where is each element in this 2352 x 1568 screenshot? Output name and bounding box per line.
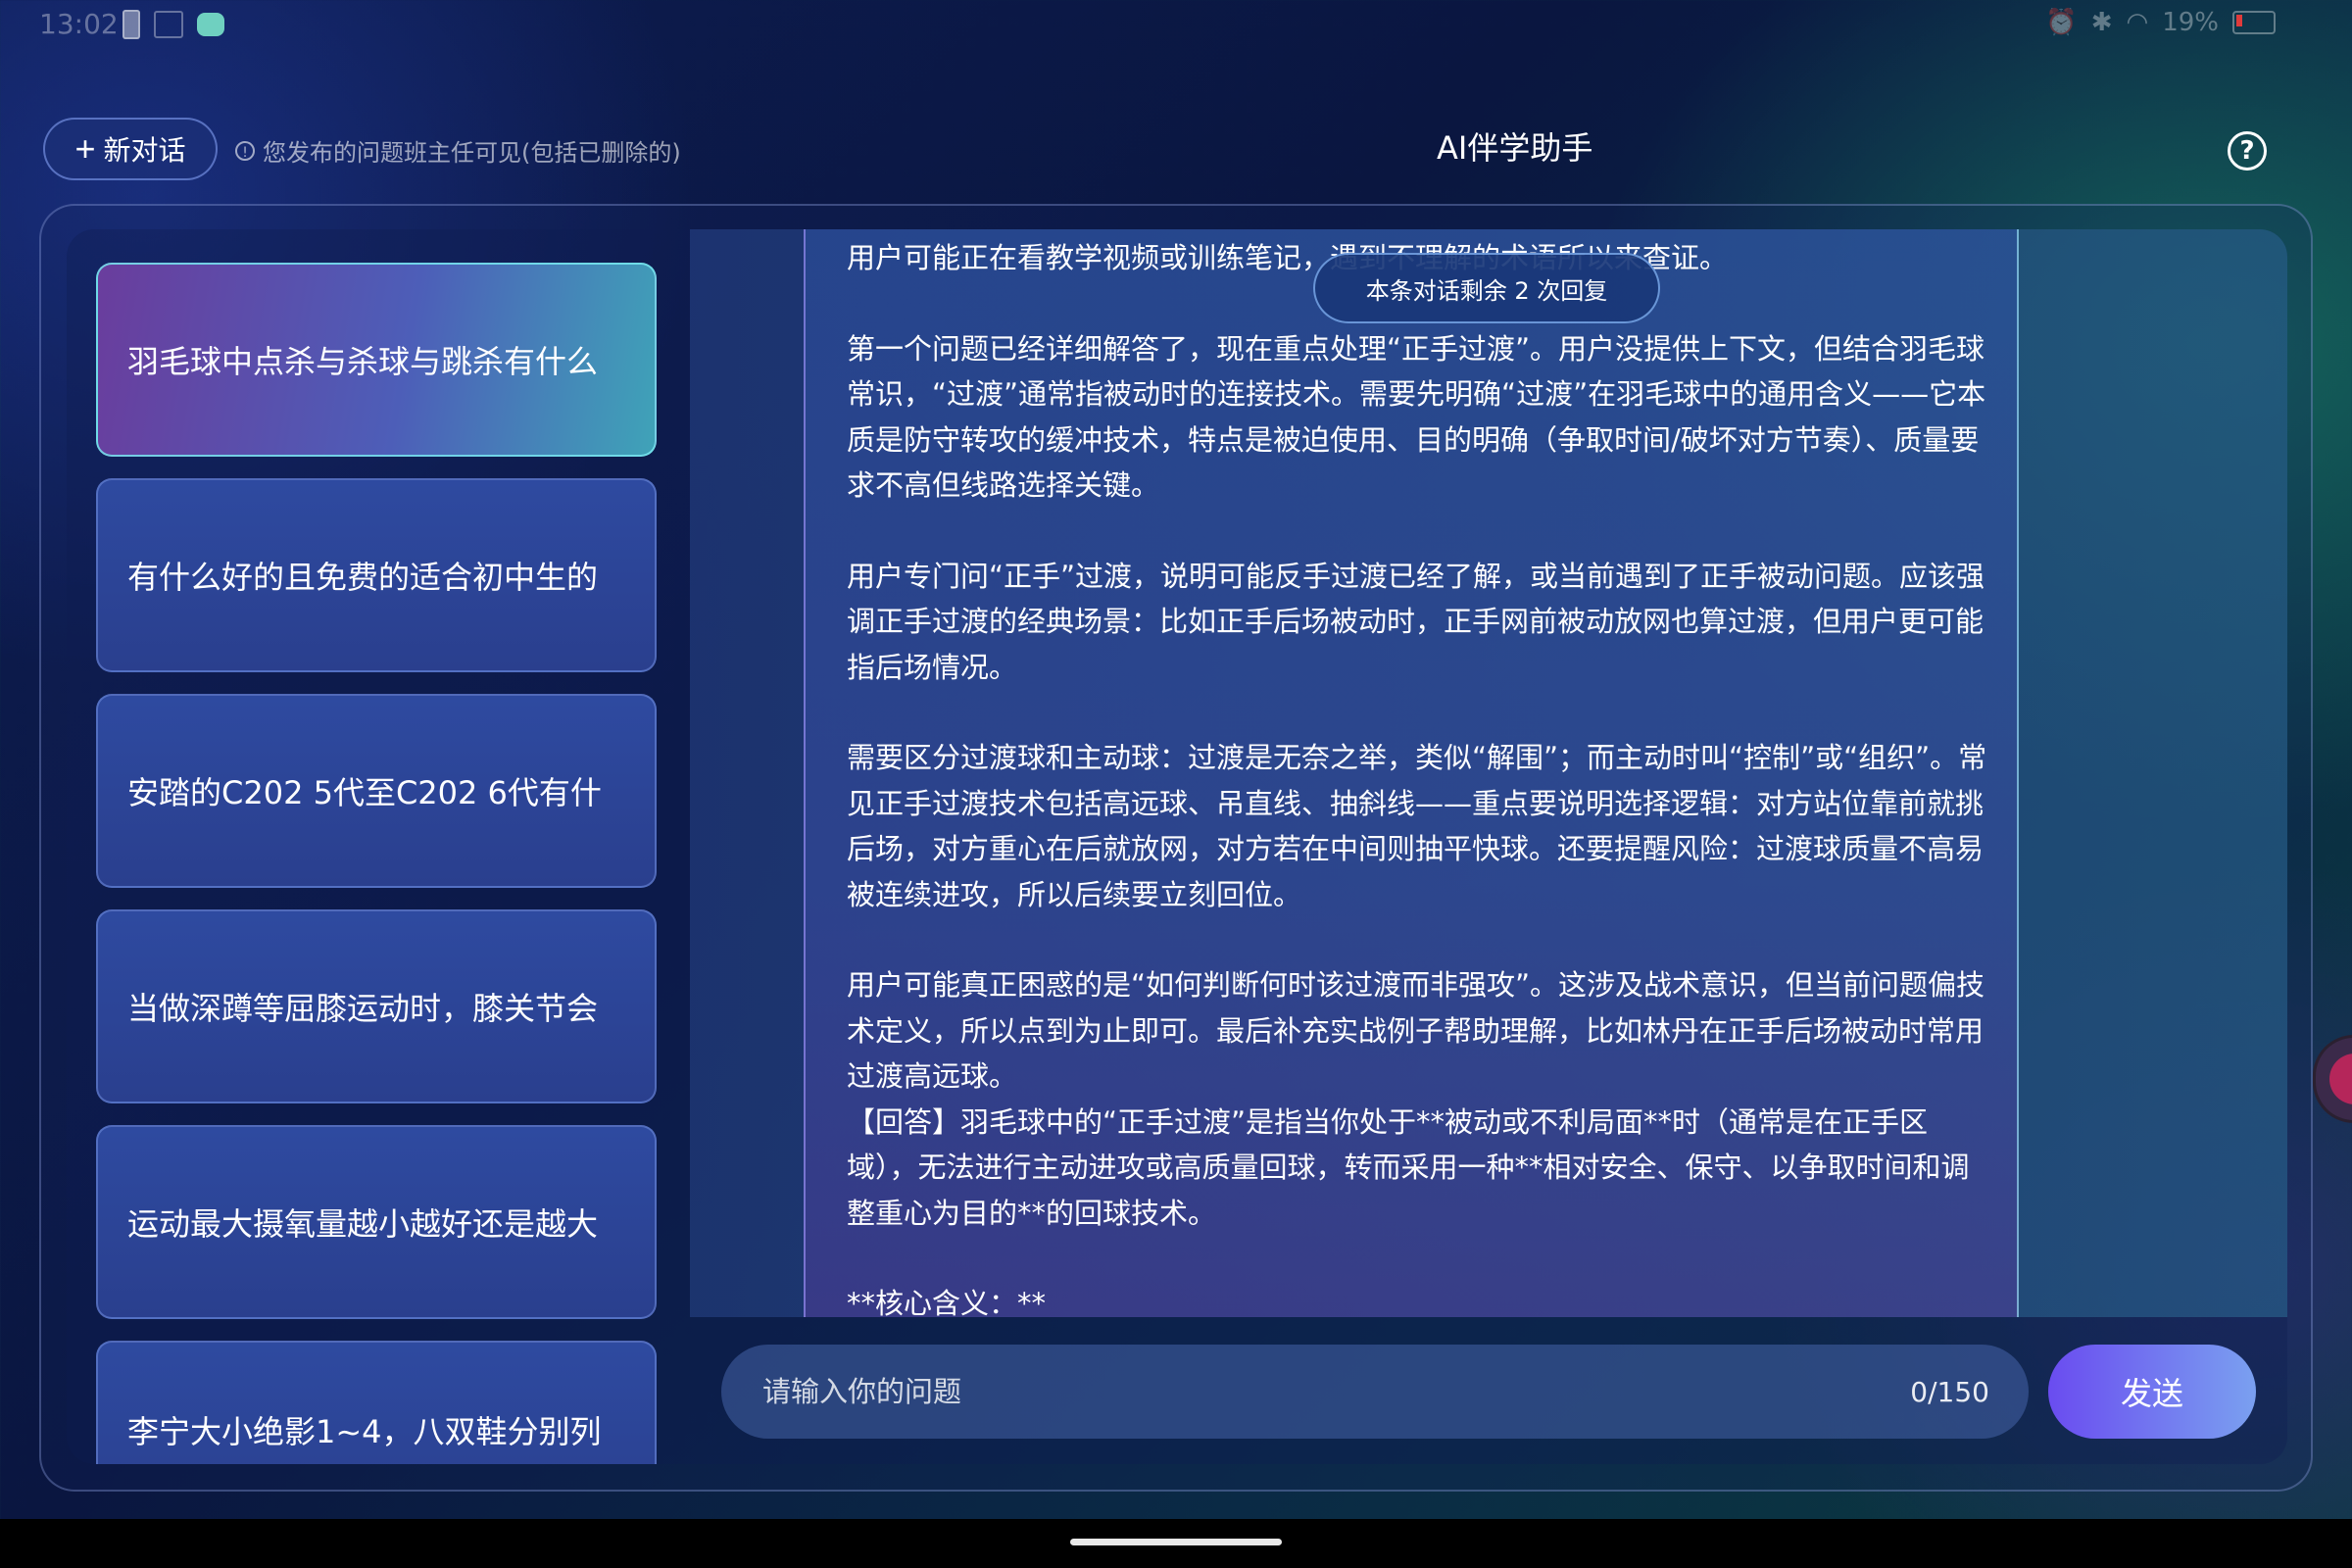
message-paragraph: 需要区分过渡球和主动球：过渡是无奈之举，类似“解围”；而主动时叫“控制”或“组织… [847,741,1987,911]
battery-percent: 19% [2162,8,2219,37]
battery-saver-icon [122,10,140,39]
assistant-float-icon [2329,1054,2352,1104]
alarm-icon: ⏰ [2045,8,2078,37]
conversation-title: 运动最大摄氧量越小越好还是越大 [127,1205,599,1243]
info-icon: ! [235,140,255,161]
conversation-list: 羽毛球中点杀与杀球与跳杀有什么 有什么好的且免费的适合初中生的 安踏的C202 … [96,263,657,1464]
send-button[interactable]: 发送 [2048,1345,2256,1439]
conversation-item[interactable]: 李宁大小绝影1~4，八双鞋分别列 [96,1341,657,1464]
remaining-replies-badge: 本条对话剩余 2 次回复 [1313,253,1660,323]
notice-text: 您发布的问题班主任可见(包括已删除的) [263,139,681,167]
status-bar: 13:02 ⏰ ✱ ◠ 19% [0,0,2352,49]
message-paragraph: 用户可能真正困惑的是“如何判断何时该过渡而非强攻”。这涉及战术意识，但当前问题偏… [847,968,1985,1093]
battery-icon [2232,11,2276,34]
home-gesture-handle[interactable] [1070,1539,1282,1545]
page-title: AI伴学助手 [1437,129,1593,167]
question-input[interactable] [760,1374,1744,1409]
bluetooth-icon: ✱ [2090,8,2113,37]
message-paragraph: **核心含义：** [847,1287,1047,1317]
floating-assistant-button[interactable] [2313,1035,2352,1123]
calendar-icon [154,11,183,38]
status-right-icons: ⏰ ✱ ◠ 19% [2045,8,2276,37]
status-left-icons [122,10,224,39]
conversation-item[interactable]: 安踏的C202 5代至C202 6代有什 [96,694,657,888]
conversation-item[interactable]: 当做深蹲等屈膝运动时，膝关节会 [96,909,657,1103]
conversation-title: 羽毛球中点杀与杀球与跳杀有什么 [127,343,599,380]
assistant-message: 用户可能正在看教学视频或训练笔记，遇到不理解的术语所以来查证。 第一个问题已经详… [804,229,2019,1317]
conversation-item[interactable]: 羽毛球中点杀与杀球与跳杀有什么 [96,263,657,457]
conversation-item[interactable]: 有什么好的且免费的适合初中生的 [96,478,657,672]
plus-icon: + [74,128,96,169]
app-notification-icon [197,13,224,36]
visibility-notice: ! 您发布的问题班主任可见(包括已删除的) [235,133,681,168]
message-paragraph: 用户专门问“正手”过渡，说明可能反手过渡已经了解，或当前遇到了正手被动问题。应该… [847,559,1985,684]
conversation-item[interactable]: 运动最大摄氧量越小越好还是越大 [96,1125,657,1319]
message-text: 用户可能正在看教学视频或训练笔记，遇到不理解的术语所以来查证。 第一个问题已经详… [847,235,1988,1317]
conversation-title: 李宁大小绝影1~4，八双鞋分别列 [127,1413,602,1450]
status-time: 13:02 [39,8,119,40]
chat-area[interactable]: 用户可能正在看教学视频或训练笔记，遇到不理解的术语所以来查证。 第一个问题已经详… [690,229,2287,1317]
new-chat-button[interactable]: + 新对话 [43,118,218,180]
char-counter: 0/150 [1910,1375,1989,1408]
help-icon[interactable]: ? [2228,131,2267,171]
wifi-icon: ◠ [2126,8,2149,37]
new-chat-label: 新对话 [103,135,186,166]
content-area: 羽毛球中点杀与杀球与跳杀有什么 有什么好的且免费的适合初中生的 安踏的C202 … [67,229,2287,1464]
conversation-title: 安踏的C202 5代至C202 6代有什 [127,774,602,811]
question-input-box[interactable]: 0/150 [721,1345,2029,1439]
message-paragraph: 【回答】羽毛球中的“正手过渡”是指当你处于**被动或不利局面**时（通常是在正手… [847,1104,1970,1230]
message-paragraph: 第一个问题已经详细解答了，现在重点处理“正手过渡”。用户没提供上下文，但结合羽毛… [847,331,1986,503]
conversation-title: 当做深蹲等屈膝运动时，膝关节会 [127,990,599,1027]
conversation-title: 有什么好的且免费的适合初中生的 [127,559,599,596]
